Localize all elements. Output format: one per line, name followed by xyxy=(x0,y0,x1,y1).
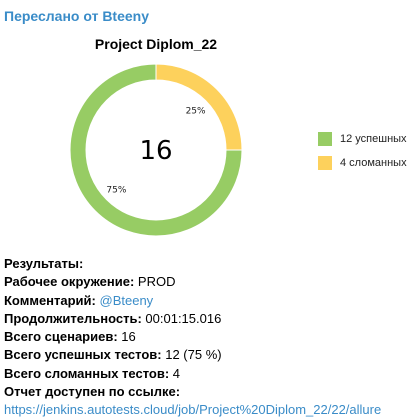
chart-title: Project Diplom_22 xyxy=(95,36,217,52)
scenarios-row: Всего сценариев: 16 xyxy=(4,329,136,345)
legend-item-passed: 12 успешных xyxy=(318,128,407,150)
results-heading: Результаты: xyxy=(4,256,84,271)
passed-row: Всего успешных тестов: 12 (75 %) xyxy=(4,347,222,363)
report-row: Отчет доступен по ссылке: xyxy=(4,384,181,400)
legend-label-broken: 4 сломанных xyxy=(340,157,407,169)
comment-row: Комментарий: @Bteeny xyxy=(4,292,154,308)
legend-swatch-broken xyxy=(318,156,332,170)
results-block: Результаты: Рабочее окружение: PROD Комм… xyxy=(4,255,416,420)
legend-label-passed: 12 успешных xyxy=(340,133,407,145)
slice-label-passed: 75% xyxy=(106,186,126,196)
slice-label-broken: 25% xyxy=(186,106,206,116)
duration-row: Продолжительность: 00:01:15.016 xyxy=(4,310,222,326)
broken-row: Всего сломанных тестов: 4 xyxy=(4,365,181,381)
chart-center-total: 16 xyxy=(139,136,172,166)
comment-mention-link[interactable]: @Bteeny xyxy=(100,293,154,308)
legend-item-broken: 4 сломанных xyxy=(318,152,407,174)
environment-row: Рабочее окружение: PROD xyxy=(4,274,176,290)
report-link-row: https://jenkins.autotests.cloud/job/Proj… xyxy=(4,401,416,419)
donut-chart: Project Diplom_22 16 25% 75% xyxy=(69,36,243,237)
legend-swatch-passed xyxy=(318,132,332,146)
chart-legend: 12 успешных 4 сломанных xyxy=(318,128,407,176)
report-link[interactable]: https://jenkins.autotests.cloud/job/Proj… xyxy=(4,402,381,417)
